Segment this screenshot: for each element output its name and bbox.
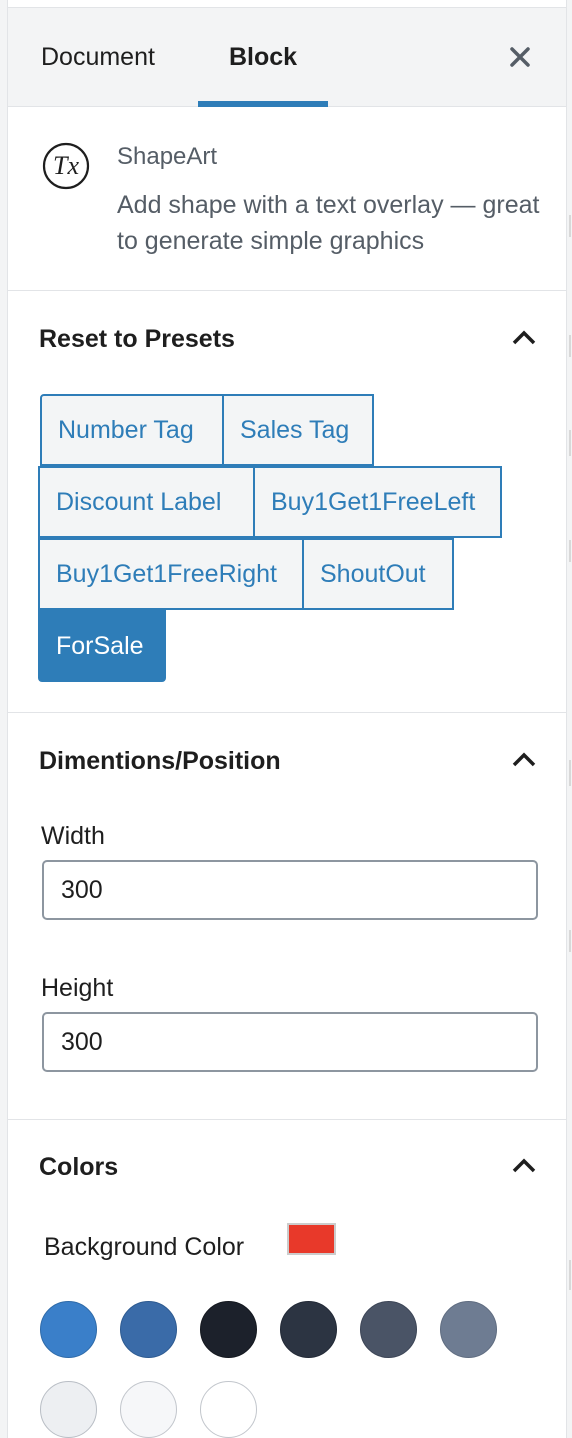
- dimensions-section: Dimentions/Position Width Height: [8, 714, 566, 1120]
- scroll-edge: [566, 0, 572, 1438]
- preset-buy1get1freeright-button[interactable]: Buy1Get1FreeRight: [38, 538, 304, 610]
- preset-forsale-button[interactable]: ForSale: [38, 610, 166, 682]
- left-edge: [0, 0, 8, 1438]
- color-swatch[interactable]: [360, 1301, 417, 1358]
- preset-shoutout-button[interactable]: ShoutOut: [302, 538, 454, 610]
- color-swatch[interactable]: [280, 1301, 337, 1358]
- edge-mark: [569, 540, 571, 562]
- dimensions-section-title[interactable]: Dimentions/Position: [39, 747, 281, 776]
- background-color-indicator[interactable]: [287, 1223, 336, 1255]
- preset-number-tag-button[interactable]: Number Tag: [40, 394, 224, 466]
- colors-section: Colors: [8, 1120, 566, 1438]
- background-color-label: Background Color: [44, 1233, 245, 1261]
- preset-discount-label-button[interactable]: Discount Label: [38, 466, 255, 538]
- height-input[interactable]: [42, 1012, 538, 1072]
- tab-document[interactable]: Document: [41, 8, 155, 107]
- edge-mark: [569, 930, 571, 952]
- tx-icon: Tx: [42, 142, 90, 190]
- active-tab-indicator: [198, 101, 328, 107]
- sidebar-tabs: Document Block: [8, 8, 566, 107]
- presets-section: Reset to Presets Number Tag Sales Tag Di…: [8, 292, 566, 713]
- close-icon: [510, 47, 530, 67]
- color-swatch[interactable]: [440, 1301, 497, 1358]
- width-input[interactable]: [42, 860, 538, 920]
- color-swatch[interactable]: [120, 1381, 177, 1438]
- block-card: Tx ShapeArt Add shape with a text overla…: [8, 108, 566, 291]
- color-swatch[interactable]: [200, 1301, 257, 1358]
- edge-mark: [569, 335, 571, 357]
- width-label: Width: [41, 822, 105, 850]
- color-swatch[interactable]: [120, 1301, 177, 1358]
- presets-section-title[interactable]: Reset to Presets: [39, 325, 235, 354]
- edge-mark: [569, 1260, 571, 1290]
- preset-sales-tag-button[interactable]: Sales Tag: [222, 394, 374, 466]
- block-title: ShapeArt: [117, 143, 218, 170]
- height-label: Height: [41, 974, 114, 1002]
- editor-frame: Document Block Tx ShapeArt Add shape wit…: [0, 0, 572, 1438]
- color-swatch[interactable]: [200, 1381, 257, 1438]
- block-inspector-panel: Document Block Tx ShapeArt Add shape wit…: [8, 8, 566, 1438]
- chevron-up-icon[interactable]: [509, 328, 539, 348]
- tx-icon-text: Tx: [53, 151, 79, 180]
- edge-mark: [569, 430, 571, 456]
- edge-mark: [569, 760, 571, 786]
- edge-mark: [569, 215, 571, 237]
- top-edge: [0, 0, 572, 8]
- close-sidebar-button[interactable]: [501, 38, 539, 76]
- color-swatch[interactable]: [40, 1301, 97, 1358]
- chevron-up-icon[interactable]: [509, 1156, 539, 1176]
- tab-block[interactable]: Block: [198, 8, 328, 107]
- preset-buy1get1freeleft-button[interactable]: Buy1Get1FreeLeft: [253, 466, 502, 538]
- block-description: Add shape with a text overlay — great to…: [117, 191, 540, 255]
- chevron-up-icon[interactable]: [509, 750, 539, 770]
- colors-section-title[interactable]: Colors: [39, 1153, 118, 1182]
- color-swatch[interactable]: [40, 1381, 97, 1438]
